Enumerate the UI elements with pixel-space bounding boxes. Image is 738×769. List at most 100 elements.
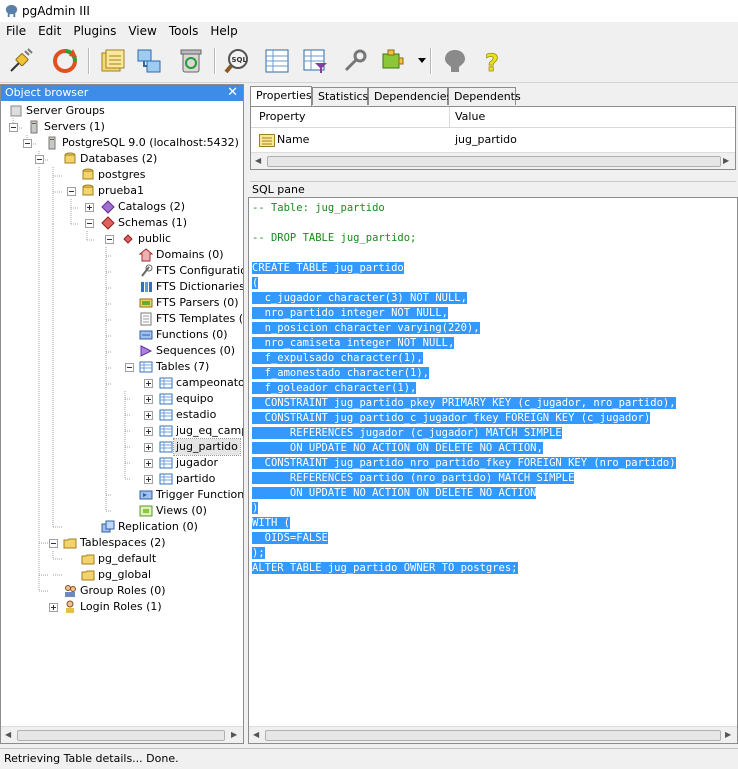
close-icon[interactable]: ✕ bbox=[227, 85, 238, 101]
tab-dependencies[interactable]: Dependencies bbox=[368, 87, 452, 105]
table-icon bbox=[159, 473, 173, 485]
object-browser-panel: Object browser ✕ Server Groups Servers (… bbox=[0, 84, 244, 744]
menu-tools[interactable]: Tools bbox=[163, 22, 205, 38]
scroll-right-arrow-icon[interactable]: ▶ bbox=[723, 156, 729, 165]
collapse-toggle[interactable] bbox=[9, 123, 18, 132]
sql-line-text: f_expulsado character(1), bbox=[252, 352, 423, 364]
scroll-right-arrow-icon[interactable]: ▶ bbox=[231, 730, 237, 739]
scroll-left-arrow-icon[interactable]: ◀ bbox=[253, 730, 259, 739]
collapse-toggle[interactable] bbox=[67, 187, 76, 196]
expand-toggle[interactable] bbox=[144, 411, 153, 420]
expand-toggle[interactable] bbox=[144, 443, 153, 452]
tab-statistics[interactable]: Statistics bbox=[312, 87, 368, 105]
tables-icon bbox=[139, 361, 153, 373]
replication-icon bbox=[101, 520, 115, 533]
sql-line-text: -- DROP TABLE jug_partido; bbox=[252, 232, 417, 244]
plugins-button[interactable] bbox=[378, 46, 408, 76]
sql-line-text: OIDS=FALSE bbox=[252, 532, 328, 544]
fts-parser-icon bbox=[139, 298, 153, 308]
hint-button[interactable] bbox=[440, 46, 470, 76]
sql-line-text: ); bbox=[252, 547, 265, 559]
object-browser-horizontal-scrollbar[interactable]: ◀ ▶ bbox=[1, 726, 243, 743]
sql-line: -- DROP TABLE jug_partido; bbox=[252, 231, 737, 246]
sql-line bbox=[252, 216, 737, 231]
tablespace-icon bbox=[81, 570, 95, 581]
menu-edit[interactable]: Edit bbox=[32, 22, 67, 38]
status-text: Retrieving Table details... Done. bbox=[4, 752, 179, 765]
fts-dictionary-icon bbox=[141, 282, 152, 292]
sql-code[interactable]: -- Table: jug_partido -- DROP TABLE jug_p… bbox=[249, 198, 737, 576]
sql-line: WITH ( bbox=[252, 516, 737, 531]
sql-line-text: f_goleador character(1), bbox=[252, 382, 417, 394]
help-button[interactable]: ? bbox=[478, 46, 508, 76]
login-roles-icon bbox=[66, 600, 74, 613]
database-icon bbox=[82, 168, 94, 180]
tab-properties[interactable]: Properties bbox=[250, 86, 312, 106]
scrollbar-thumb[interactable] bbox=[265, 730, 721, 741]
sql-line: f_goleador character(1), bbox=[252, 381, 737, 396]
collapse-toggle[interactable] bbox=[125, 363, 134, 372]
menu-help[interactable]: Help bbox=[204, 22, 243, 38]
connect-button[interactable] bbox=[6, 46, 36, 76]
expand-toggle[interactable] bbox=[49, 603, 58, 612]
sql-line-text: ON UPDATE NO ACTION ON DELETE NO ACTION, bbox=[252, 442, 543, 454]
sql-line-text: n_posicion character varying(220), bbox=[252, 322, 480, 334]
sql-line: CONSTRAINT jug_partido_nro_partido_fkey … bbox=[252, 456, 737, 471]
tab-dependents[interactable]: Dependents bbox=[448, 87, 521, 105]
views-icon bbox=[139, 505, 153, 517]
expand-toggle[interactable] bbox=[144, 395, 153, 404]
column-header-property[interactable]: Property bbox=[259, 110, 306, 123]
sql-line-text: nro_camiseta integer NOT NULL, bbox=[252, 337, 455, 349]
sequences-icon bbox=[140, 345, 153, 357]
svg-text:?: ? bbox=[485, 49, 499, 75]
group-roles-icon bbox=[65, 585, 76, 597]
scroll-left-arrow-icon[interactable]: ◀ bbox=[5, 730, 11, 739]
collapse-toggle[interactable] bbox=[49, 539, 58, 548]
maintenance-button[interactable] bbox=[340, 46, 370, 76]
server-icon bbox=[48, 136, 56, 150]
properties-button[interactable] bbox=[98, 46, 128, 76]
menu-file[interactable]: File bbox=[0, 22, 32, 38]
column-header-value[interactable]: Value bbox=[455, 110, 485, 123]
expand-toggle[interactable] bbox=[144, 459, 153, 468]
sql-line-text: f_amonestado character(1), bbox=[252, 367, 430, 379]
expand-toggle[interactable] bbox=[85, 203, 94, 212]
refresh-button[interactable] bbox=[50, 46, 80, 76]
sql-pane[interactable]: -- Table: jug_partido -- DROP TABLE jug_p… bbox=[248, 197, 738, 744]
expand-toggle[interactable] bbox=[144, 379, 153, 388]
menu-view[interactable]: View bbox=[122, 22, 162, 38]
sql-line: n_posicion character varying(220), bbox=[252, 321, 737, 336]
databases-icon bbox=[64, 152, 76, 164]
object-browser-title: Object browser bbox=[5, 86, 89, 99]
drop-button[interactable] bbox=[176, 46, 206, 76]
plugins-dropdown-arrow[interactable] bbox=[418, 58, 426, 63]
sql-query-button[interactable]: SQL bbox=[222, 46, 252, 76]
sql-line: ( bbox=[252, 276, 737, 291]
expand-toggle[interactable] bbox=[144, 475, 153, 484]
fts-template-icon bbox=[140, 312, 152, 326]
title-bar: pgAdmin III bbox=[0, 0, 738, 23]
sql-line-text: -- Table: jug_partido bbox=[252, 202, 385, 214]
scroll-right-arrow-icon[interactable]: ▶ bbox=[725, 730, 731, 739]
create-icon bbox=[137, 49, 161, 73]
tablespace-icon bbox=[81, 554, 95, 565]
sql-horizontal-scrollbar[interactable]: ◀ ▶ bbox=[249, 726, 737, 743]
connect-icon bbox=[10, 48, 33, 72]
sql-line-text: ON UPDATE NO ACTION ON DELETE NO ACTION bbox=[252, 487, 537, 499]
scrollbar-thumb[interactable] bbox=[267, 156, 721, 167]
database-icon bbox=[82, 184, 94, 196]
create-object-button[interactable] bbox=[134, 46, 164, 76]
view-data-button[interactable] bbox=[262, 46, 292, 76]
sql-line-text: CONSTRAINT jug_partido_nro_partido_fkey … bbox=[252, 457, 676, 469]
properties-horizontal-scrollbar[interactable]: ◀ ▶ bbox=[251, 152, 735, 169]
collapse-toggle[interactable] bbox=[85, 219, 94, 228]
catalogs-icon bbox=[101, 200, 115, 214]
collapse-toggle[interactable] bbox=[35, 155, 44, 164]
expand-toggle[interactable] bbox=[144, 427, 153, 436]
menu-plugins[interactable]: Plugins bbox=[67, 22, 122, 38]
scroll-left-arrow-icon[interactable]: ◀ bbox=[255, 156, 261, 165]
scrollbar-thumb[interactable] bbox=[17, 730, 225, 741]
collapse-toggle[interactable] bbox=[23, 139, 32, 148]
filtered-data-button[interactable] bbox=[300, 46, 330, 76]
collapse-toggle[interactable] bbox=[105, 235, 114, 244]
